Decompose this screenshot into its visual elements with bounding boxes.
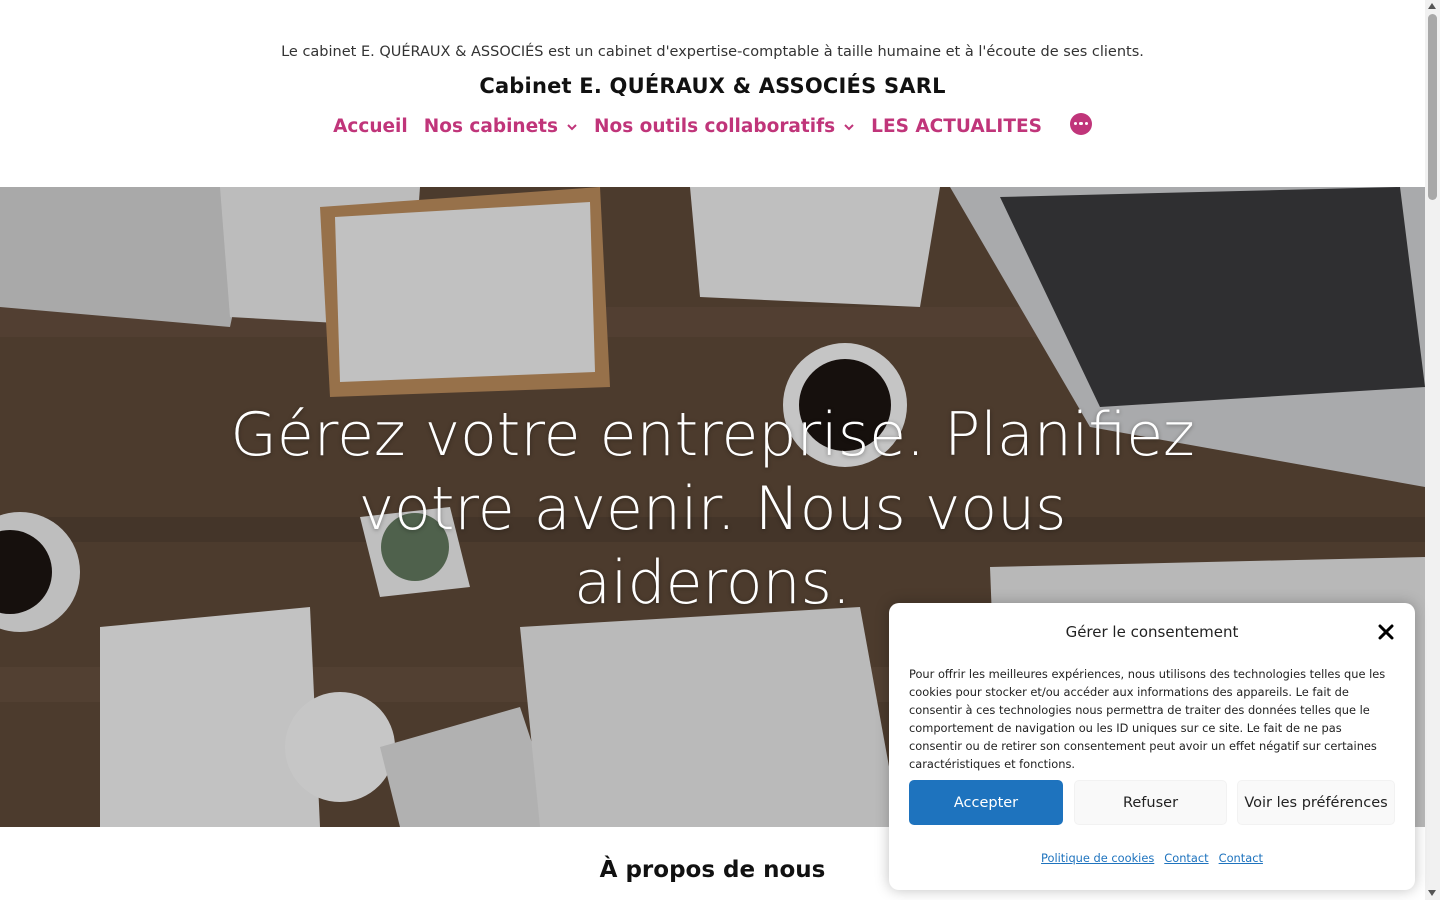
more-dots-icon[interactable] xyxy=(1069,112,1092,135)
contact-link[interactable]: Contact xyxy=(1219,851,1263,865)
nav-item-label: LES ACTUALITES xyxy=(871,116,1042,137)
nav-item-les-actualites[interactable]: LES ACTUALITES xyxy=(871,116,1042,137)
hero-heading: Gérez votre entreprise. Planifiez votre … xyxy=(230,400,1195,618)
chevron-down-icon xyxy=(567,123,577,130)
nav-item-label: Nos cabinets xyxy=(423,116,559,137)
nav-item-accueil[interactable]: Accueil xyxy=(333,116,408,137)
nav-item-nos-cabinets[interactable]: Nos cabinets xyxy=(424,116,578,137)
nav-item-label: Nos outils collaboratifs xyxy=(594,116,836,137)
consent-title: Gérer le consentement xyxy=(1065,623,1239,641)
nav-item-nos-outils-collaboratifs[interactable]: Nos outils collaboratifs xyxy=(594,116,855,137)
site-title[interactable]: Cabinet E. QUÉRAUX & ASSOCIÉS SARL xyxy=(0,74,1425,98)
chevron-down-icon xyxy=(844,123,854,130)
cookie-consent-dialog: Gérer le consentement Pour offrir les me… xyxy=(889,603,1415,890)
nav-item-label: Accueil xyxy=(333,116,408,137)
accept-button[interactable]: Accepter xyxy=(909,780,1063,825)
consent-links: Politique de cookies Contact Contact xyxy=(889,851,1415,865)
site-tagline: Le cabinet E. QUÉRAUX & ASSOCIÉS est un … xyxy=(281,44,1144,60)
scroll-up-icon[interactable] xyxy=(1428,3,1436,9)
contact-link[interactable]: Contact xyxy=(1164,851,1208,865)
scrollbar-thumb[interactable] xyxy=(1428,14,1437,200)
main-nav: Accueil Nos cabinets Nos outils collabor… xyxy=(0,112,1425,137)
consent-description: Pour offrir les meilleures expériences, … xyxy=(909,667,1386,771)
scroll-down-icon[interactable] xyxy=(1428,890,1436,896)
page-scrollbar[interactable] xyxy=(1425,0,1440,900)
cookie-policy-link[interactable]: Politique de cookies xyxy=(1041,851,1154,865)
view-preferences-button[interactable]: Voir les préférences xyxy=(1237,780,1395,825)
close-icon[interactable] xyxy=(1377,623,1395,641)
refuse-button[interactable]: Refuser xyxy=(1074,780,1227,825)
